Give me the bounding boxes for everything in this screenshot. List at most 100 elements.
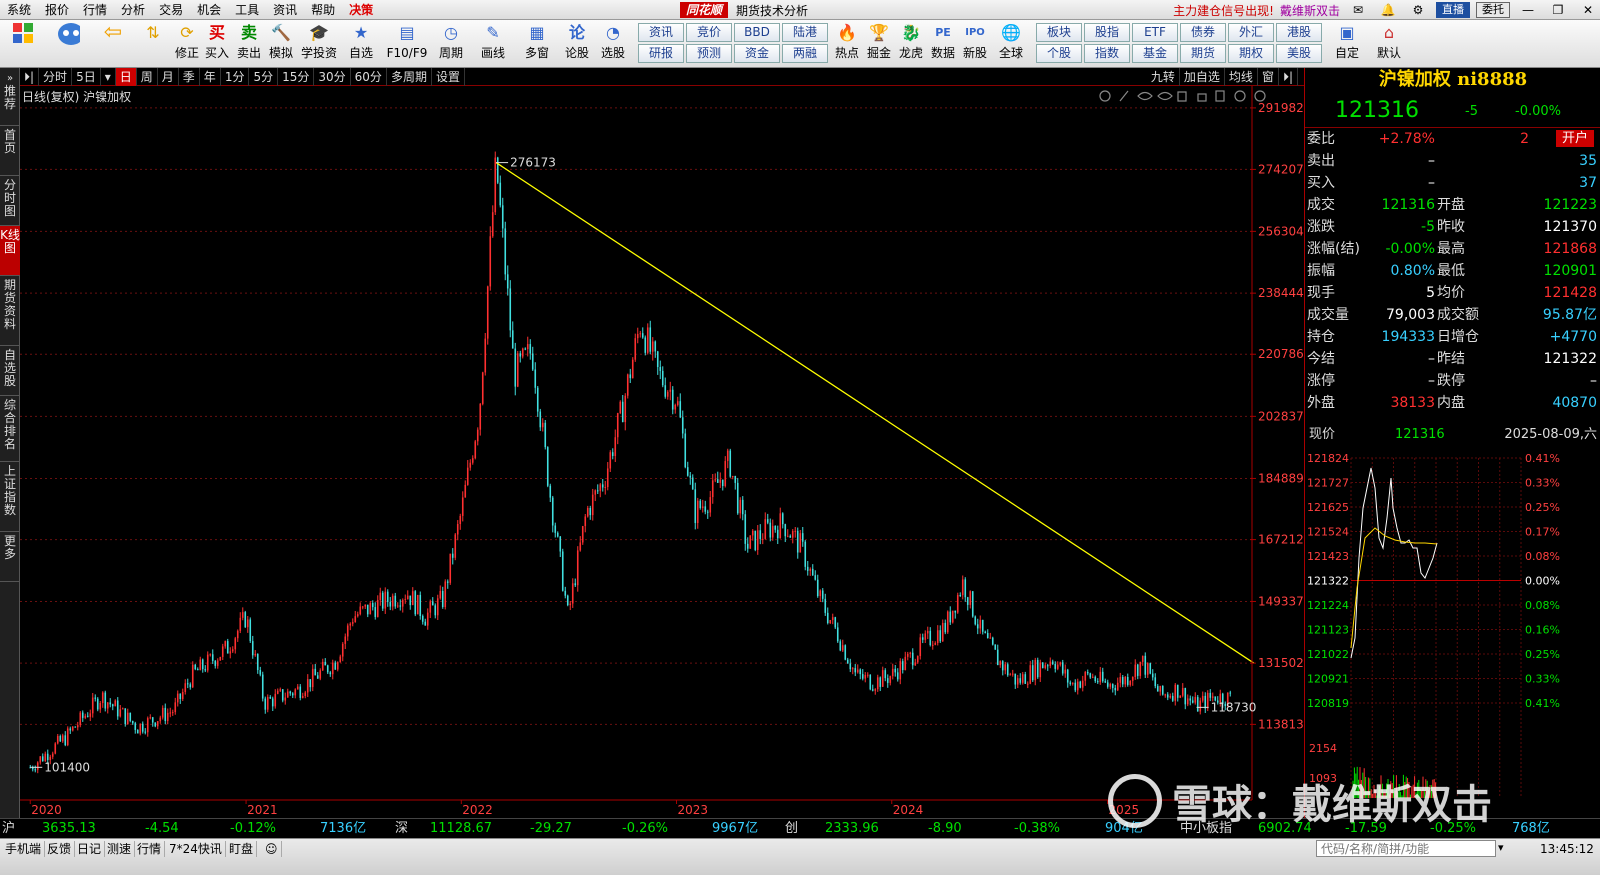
nav-recommend[interactable]: » 推荐: [0, 68, 20, 126]
flash-news-link[interactable]: 7*24快讯: [166, 841, 226, 857]
margin-button[interactable]: 两融: [782, 44, 828, 63]
gear-icon[interactable]: ⚙: [1406, 3, 1430, 17]
nav-kline[interactable]: K线图: [0, 226, 20, 276]
sector-button[interactable]: 板块: [1036, 23, 1082, 42]
period-month[interactable]: 月: [158, 67, 179, 86]
kline-chart[interactable]: 291982 274207 256304 238444 220786 202837 1848…: [20, 86, 1304, 818]
fund-button[interactable]: 基金: [1132, 44, 1178, 63]
close-icon[interactable]: ✕: [1576, 3, 1600, 17]
nav-futures-info[interactable]: 期货资料: [0, 276, 20, 346]
zoom-out-icon[interactable]: [1254, 90, 1266, 102]
ad-link-signal[interactable]: 主力建仓信号出现!: [1173, 2, 1274, 19]
nav-sh-index[interactable]: 上证指数: [0, 462, 20, 532]
nav-ranking[interactable]: 综合排名: [0, 396, 20, 462]
bell-icon[interactable]: 🔔: [1376, 3, 1400, 17]
trash-icon[interactable]: [1215, 90, 1225, 102]
dig-gold-button[interactable]: 🏆 掘金: [862, 22, 896, 66]
cy-value[interactable]: 2333.96: [825, 819, 879, 839]
index-button[interactable]: 指数: [1084, 44, 1130, 63]
fund-flow-button[interactable]: 资金: [734, 44, 780, 63]
window-button[interactable]: 窗: [1258, 68, 1279, 86]
menu-opportunity[interactable]: 机会: [190, 0, 228, 20]
pen-tool-icon[interactable]: [1119, 90, 1129, 102]
restore-icon[interactable]: ❐: [1546, 3, 1570, 17]
bond-button[interactable]: 债券: [1180, 23, 1226, 42]
nav-timeshare[interactable]: 分时图: [0, 176, 20, 226]
watchlist-button[interactable]: ★ 自选: [344, 22, 378, 66]
hotspot-button[interactable]: 🔥 热点: [830, 22, 864, 66]
menu-news[interactable]: 资讯: [266, 0, 304, 20]
stock-index-button[interactable]: 股指: [1084, 23, 1130, 42]
grid-tool-button[interactable]: [6, 22, 40, 66]
nav-toggle-icon[interactable]: ⏵|: [20, 67, 40, 86]
period-15min[interactable]: 15分: [278, 67, 315, 86]
live-button[interactable]: 直播: [1436, 2, 1470, 18]
ad-link-davis[interactable]: 戴维斯双击: [1280, 2, 1340, 19]
entrust-button[interactable]: 委托: [1476, 2, 1510, 18]
panel-toggle-icon[interactable]: ⏵|: [1279, 68, 1298, 86]
f10-button[interactable]: ▤ F10/F9: [386, 22, 428, 66]
menu-system[interactable]: 系统: [0, 0, 38, 20]
lock-icon[interactable]: [1197, 93, 1207, 102]
feedback-link[interactable]: 反馈: [44, 841, 76, 857]
menu-trade[interactable]: 交易: [152, 0, 190, 20]
sell-button[interactable]: 卖 卖出: [232, 22, 266, 66]
search-dropdown-icon[interactable]: ▾: [1498, 841, 1504, 854]
adjust-button[interactable]: ⇅: [136, 22, 170, 66]
robot-tool-button[interactable]: [48, 22, 88, 66]
learn-button[interactable]: 🎓 学投资: [300, 22, 338, 66]
eye-icon[interactable]: [1137, 91, 1153, 101]
menu-quote[interactable]: 报价: [38, 0, 76, 20]
period-5day[interactable]: 5日: [72, 67, 101, 86]
period-year[interactable]: 年: [200, 67, 221, 86]
minimize-icon[interactable]: —: [1516, 3, 1540, 17]
research-button[interactable]: 研报: [638, 44, 684, 63]
nav-more[interactable]: 更多: [0, 532, 20, 582]
hand-icon[interactable]: [1177, 91, 1187, 102]
us-stock-button[interactable]: 美股: [1276, 44, 1322, 63]
period-30min[interactable]: 30分: [314, 67, 351, 86]
forex-button[interactable]: 外汇: [1228, 23, 1274, 42]
hk-connect-button[interactable]: 陆港: [782, 23, 828, 42]
period-button[interactable]: ◷ 周期: [434, 22, 468, 66]
default-button[interactable]: ⌂ 默认: [1372, 22, 1406, 66]
menu-tools[interactable]: 工具: [228, 0, 266, 20]
back-button[interactable]: ⇦: [96, 22, 130, 66]
period-day[interactable]: 日: [115, 67, 137, 86]
search-input[interactable]: [1316, 840, 1496, 857]
nav-watchlist[interactable]: 自选股: [0, 346, 20, 396]
bbd-button[interactable]: BBD: [734, 23, 780, 42]
ipo-button[interactable]: IPO 新股: [958, 22, 992, 66]
period-1min[interactable]: 1分: [221, 67, 250, 86]
watch-link[interactable]: 盯盘: [226, 841, 258, 857]
mobile-link[interactable]: 手机端: [2, 841, 46, 857]
ma-button[interactable]: 均线: [1225, 68, 1258, 86]
intraday-chart[interactable]: 121824 0.41% 121727 0.33% 121625 0.25% 121524 0…: [1305, 448, 1600, 808]
period-60min[interactable]: 60分: [351, 67, 387, 86]
options-button[interactable]: 期权: [1228, 44, 1274, 63]
zoom-in-icon[interactable]: [1234, 90, 1246, 102]
menu-decision[interactable]: 决策: [342, 0, 380, 20]
eye-slash-icon[interactable]: [1157, 91, 1173, 101]
period-settings[interactable]: 设置: [432, 67, 465, 86]
fix-button[interactable]: ⟳ 修正: [170, 22, 204, 66]
forecast-button[interactable]: 预测: [686, 44, 732, 63]
menu-help[interactable]: 帮助: [304, 0, 342, 20]
menu-analysis[interactable]: 分析: [114, 0, 152, 20]
global-button[interactable]: 🌐 全球: [994, 22, 1028, 66]
add-watchlist-button[interactable]: 加自选: [1180, 68, 1225, 86]
discuss-button[interactable]: 论 论股: [560, 22, 594, 66]
menu-market[interactable]: 行情: [76, 0, 114, 20]
auction-button[interactable]: 竞价: [686, 23, 732, 42]
dropdown-icon[interactable]: ▾: [101, 67, 116, 86]
etf-button[interactable]: ETF: [1132, 23, 1178, 42]
sz-value[interactable]: 11128.67: [430, 819, 492, 839]
period-5min[interactable]: 5分: [249, 67, 279, 86]
draw-line-button[interactable]: ✎ 画线: [476, 22, 510, 66]
period-quarter[interactable]: 季: [179, 67, 200, 86]
chat-icon[interactable]: ☺: [262, 841, 282, 857]
buy-button[interactable]: 买 买入: [200, 22, 234, 66]
period-timeshare[interactable]: 分时: [39, 67, 73, 86]
period-week[interactable]: 周: [137, 67, 158, 86]
settings-icon[interactable]: [1099, 90, 1111, 102]
